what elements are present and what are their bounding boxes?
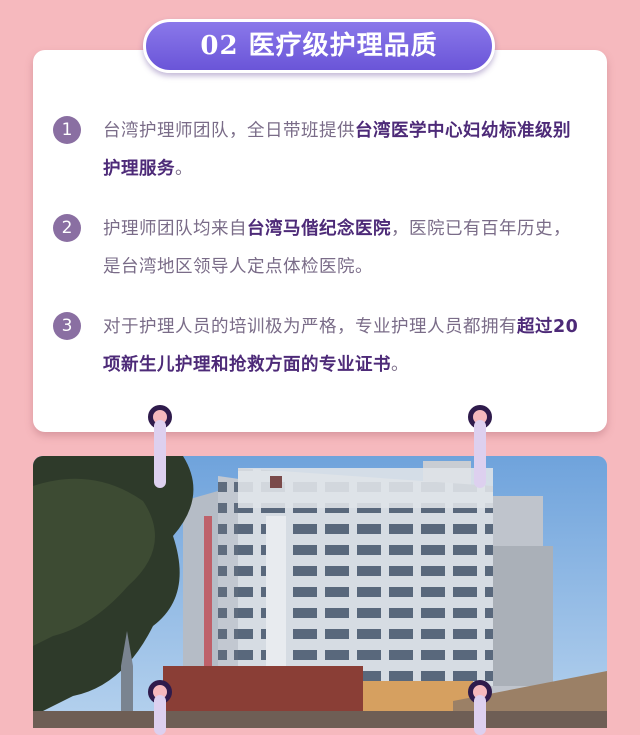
number-badge: 1 <box>53 116 81 144</box>
connector-bar <box>474 420 486 488</box>
item-text-part: 台湾护理师团队，全日带班提供 <box>103 121 355 141</box>
item-text: 台湾护理师团队，全日带班提供台湾医学中心妇幼标准级别护理服务。 <box>103 112 581 188</box>
connector-bar <box>154 695 166 735</box>
section-title: 02 医疗级护理品质 <box>143 19 495 73</box>
hospital-building-illustration <box>33 456 607 728</box>
item-text-highlight: 台湾马偕纪念医院 <box>247 219 391 239</box>
number-badge: 2 <box>53 214 81 242</box>
item-text-part: 。 <box>175 159 193 179</box>
hospital-building-photo <box>33 456 607 728</box>
info-card: 1 台湾护理师团队，全日带班提供台湾医学中心妇幼标准级别护理服务。 2 护理师团… <box>33 50 607 432</box>
item-text-part: 。 <box>391 355 409 375</box>
connector-bar <box>474 695 486 735</box>
item-text-part: 对于护理人员的培训极为严格，专业护理人员都拥有 <box>103 317 517 337</box>
item-text: 护理师团队均来自台湾马偕纪念医院，医院已有百年历史，是台湾地区领导人定点体检医院… <box>103 210 581 286</box>
number-badge: 3 <box>53 312 81 340</box>
connector-bar <box>154 420 166 488</box>
item-text-part: 护理师团队均来自 <box>103 219 247 239</box>
item-text: 对于护理人员的培训极为严格，专业护理人员都拥有超过20项新生儿护理和抢救方面的专… <box>103 308 581 384</box>
